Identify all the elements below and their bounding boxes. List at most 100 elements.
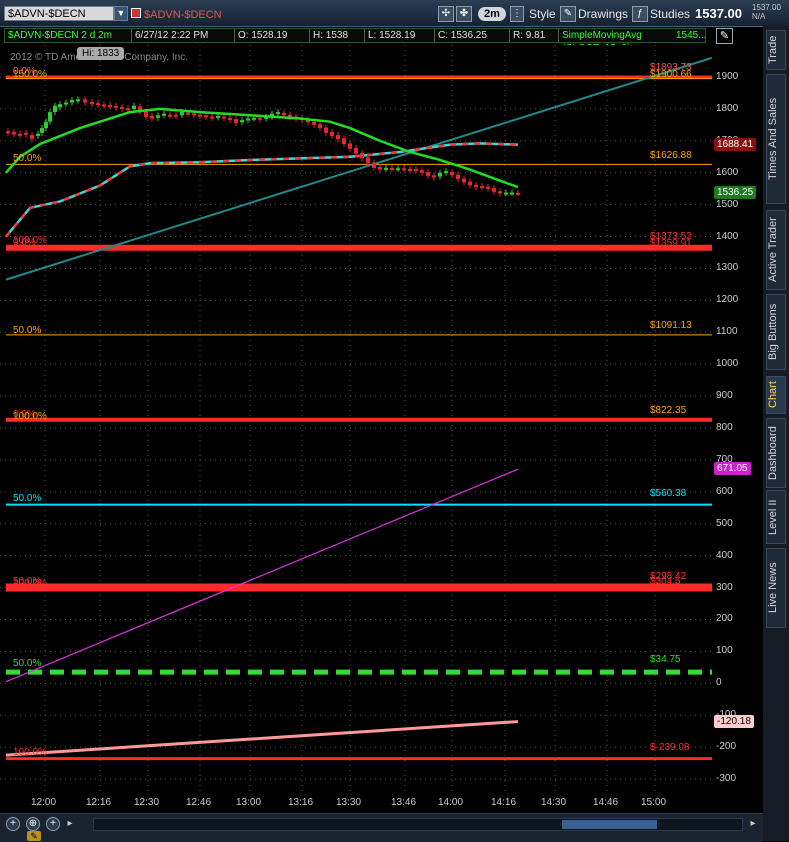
bars-icon[interactable]: ⋮ xyxy=(510,6,524,22)
candlestick xyxy=(70,99,74,103)
symbol-dropdown-button[interactable]: ▼ xyxy=(114,6,128,21)
price-chart[interactable] xyxy=(0,45,713,813)
price-badge: 671.05 xyxy=(714,462,751,476)
candlestick xyxy=(150,115,154,119)
price-tick-label: 1600 xyxy=(716,166,739,178)
candlestick xyxy=(180,112,184,116)
zoom-in-icon[interactable]: + xyxy=(6,817,20,831)
candlestick xyxy=(186,112,190,115)
price-tick-label: 1900 xyxy=(716,71,739,82)
price-badge: -120.18 xyxy=(714,714,754,728)
candlestick xyxy=(48,112,52,122)
fib-label-right: $1359.91 xyxy=(650,238,692,249)
side-tab-level-ii[interactable]: Level II xyxy=(766,490,786,544)
fib-label-right: $560.38 xyxy=(650,488,687,499)
time-tick-label: 13:30 xyxy=(336,797,362,808)
time-scrollbar[interactable] xyxy=(93,818,743,831)
candlestick xyxy=(396,168,400,171)
zoom-out-icon[interactable]: + xyxy=(46,817,60,831)
time-tick-label: 13:00 xyxy=(236,797,262,808)
info-high: H: 1538 xyxy=(310,29,365,42)
scrollbar-thumb[interactable] xyxy=(562,820,657,829)
candlestick xyxy=(414,168,418,171)
candlestick xyxy=(492,188,496,192)
candlestick xyxy=(420,170,424,173)
pointer-tool-icon[interactable]: ▸ xyxy=(64,817,76,831)
candlestick xyxy=(246,118,250,121)
price-tick-label: 0 xyxy=(716,677,722,689)
candlestick xyxy=(192,113,196,116)
candlestick xyxy=(30,135,34,140)
candlestick xyxy=(324,127,328,133)
candlestick xyxy=(18,133,22,136)
side-tab-chart[interactable]: Chart xyxy=(766,376,786,414)
candlestick xyxy=(44,121,48,129)
price-tick-label: 1300 xyxy=(716,262,739,274)
fib-label-left: 100.0% xyxy=(13,578,47,589)
dashed-study-line-red xyxy=(5,142,519,238)
drawing-tool-icon[interactable]: ✎ xyxy=(27,831,41,841)
candlestick xyxy=(222,116,226,119)
candlestick xyxy=(168,114,172,117)
cursor-tool-icon[interactable]: ✤ xyxy=(456,6,472,22)
studies-icon[interactable]: ƒ xyxy=(632,6,648,22)
edit-chart-icon[interactable]: ✎ xyxy=(716,28,733,44)
chart-canvas[interactable] xyxy=(0,45,713,813)
candlestick xyxy=(372,162,376,168)
candlestick xyxy=(474,184,478,188)
info-study: SimpleMovingAvg (CLOSE, 15, 0) xyxy=(562,30,642,54)
time-tick-label: 12:46 xyxy=(186,797,212,808)
fib-label-right: $1626.88 xyxy=(650,150,692,161)
fib-label-left: 100.0% xyxy=(13,747,47,758)
zoom-magnify-icon[interactable]: ⊕ xyxy=(26,817,40,831)
candlestick xyxy=(432,175,436,178)
candlestick xyxy=(258,117,262,120)
aggregation-button[interactable]: 2m xyxy=(478,7,506,21)
candlestick xyxy=(360,152,364,159)
candlestick xyxy=(12,131,16,135)
price-tick-label: 900 xyxy=(716,390,733,402)
style-menu[interactable]: Style xyxy=(529,6,556,22)
side-tab-times-and-sales[interactable]: Times And Sales xyxy=(766,74,786,204)
side-tab-live-news[interactable]: Live News xyxy=(766,548,786,628)
crosshair-icon[interactable]: ✣ xyxy=(438,6,454,22)
last-price-detail: 1537.00 N/A xyxy=(752,3,781,21)
pencil-icon[interactable]: ✎ xyxy=(560,6,576,22)
candlestick xyxy=(462,178,466,183)
side-tab-active-trader[interactable]: Active Trader xyxy=(766,210,786,290)
candlestick xyxy=(144,111,148,117)
price-axis[interactable]: 1900180017001600150014001300120011001000… xyxy=(712,45,760,813)
last-price-small: 1537.00 xyxy=(752,3,781,12)
side-tab-dashboard[interactable]: Dashboard xyxy=(766,418,786,488)
time-tick-label: 12:30 xyxy=(134,797,160,808)
fib-label-left: 0.0% xyxy=(13,237,36,248)
candlestick xyxy=(108,105,112,108)
drawings-menu[interactable]: Drawings xyxy=(578,6,628,22)
price-tick-label: 200 xyxy=(716,613,733,625)
symbol-link-icon[interactable] xyxy=(131,8,141,18)
candlestick xyxy=(156,115,160,118)
price-badge: 1688.41 xyxy=(714,137,757,151)
candlestick xyxy=(312,121,316,125)
fib-label-right: $-239.08 xyxy=(650,742,690,753)
fib-label-right: $1900.66 xyxy=(650,69,692,80)
candlestick xyxy=(6,131,10,134)
candlestick xyxy=(36,133,40,137)
candlestick xyxy=(174,114,178,117)
candlestick xyxy=(342,138,346,145)
info-open: O: 1528.19 xyxy=(235,29,310,42)
candlestick xyxy=(426,172,430,176)
studies-menu[interactable]: Studies xyxy=(650,6,690,22)
scroll-right-icon[interactable]: ▸ xyxy=(747,817,759,831)
side-tab-trade[interactable]: Trade xyxy=(766,30,786,70)
candlestick xyxy=(210,116,214,119)
symbol-input[interactable]: $ADVN-$DECN xyxy=(4,6,114,21)
magenta-study-line xyxy=(5,468,519,683)
side-tab-big-buttons[interactable]: Big Buttons xyxy=(766,294,786,370)
symbol-description: $ADVN-$DECN xyxy=(144,9,222,21)
time-axis[interactable]: 12:00 12:16 12:30 12:46 13:00 13:16 13:30 13:46… xyxy=(0,793,712,811)
info-study-value: 1545... xyxy=(676,30,707,41)
candlestick xyxy=(486,186,490,189)
fib-label-left: 50.0% xyxy=(13,493,42,504)
candlestick xyxy=(228,117,232,121)
